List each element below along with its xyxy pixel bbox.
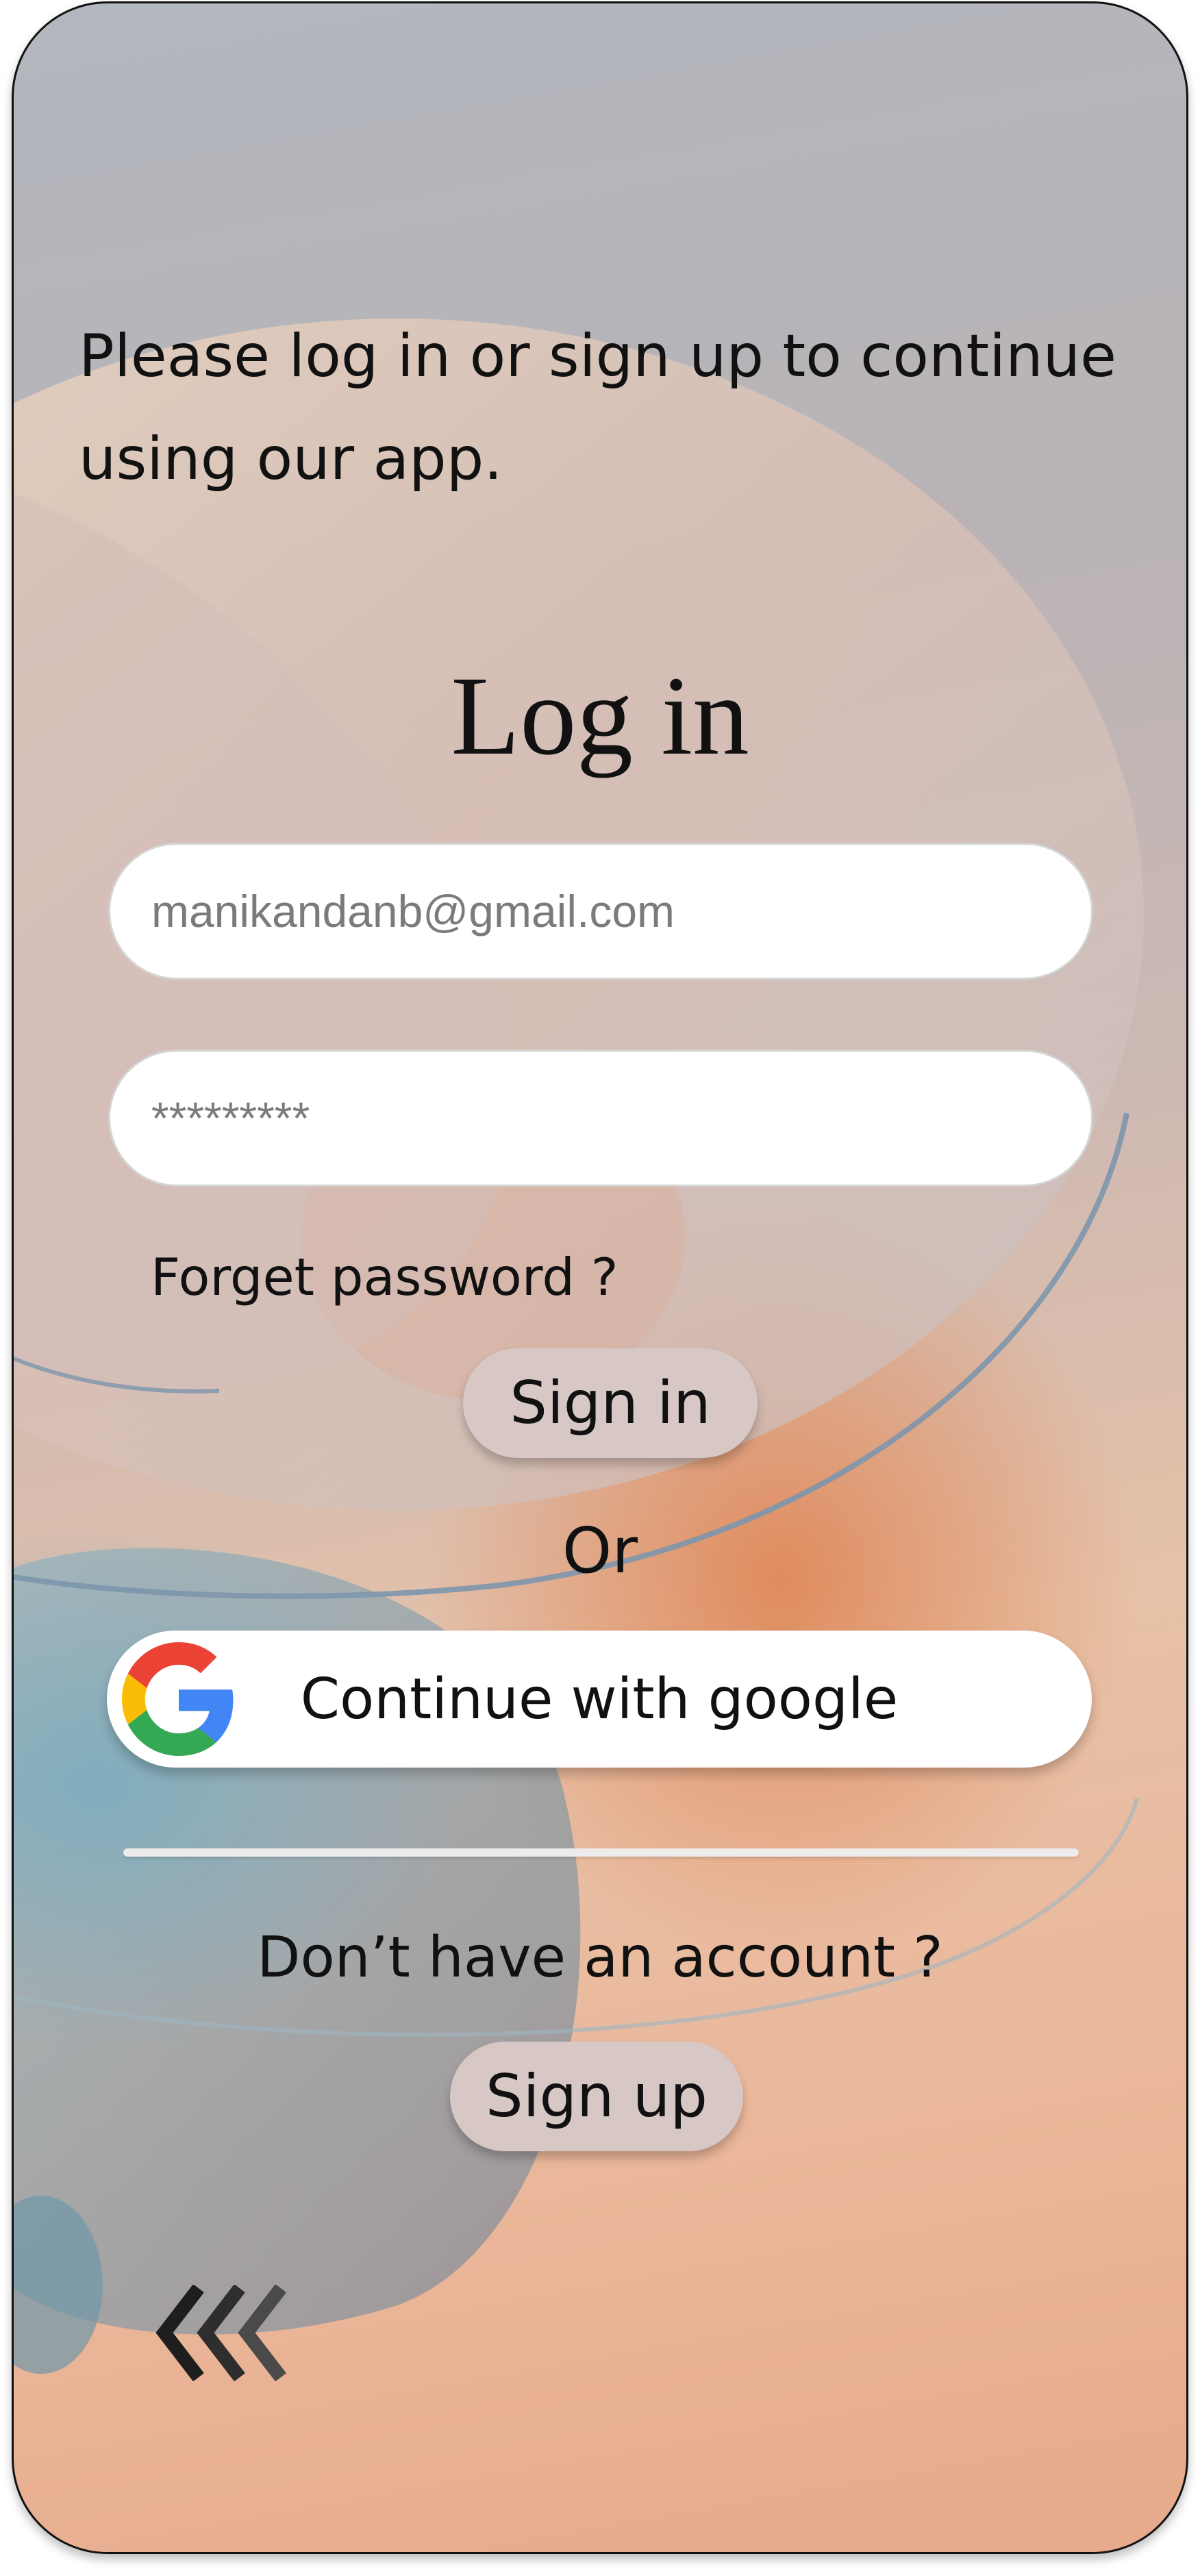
email-value: manikandanb@gmail.com bbox=[151, 886, 675, 937]
or-separator: Or bbox=[562, 1514, 638, 1587]
google-button-label: Continue with google bbox=[300, 1666, 899, 1732]
no-account-prompt: Don’t have an account ? bbox=[257, 1925, 943, 1990]
sign-up-button[interactable]: Sign up bbox=[450, 2042, 743, 2151]
password-field[interactable]: ********* bbox=[108, 1050, 1093, 1187]
page-title: Log in bbox=[451, 653, 749, 778]
phone-frame: Please log in or sign up to continue usi… bbox=[12, 1, 1188, 2554]
email-field[interactable]: manikandanb@gmail.com bbox=[108, 843, 1093, 980]
intro-line-1: Please log in or sign up to continue bbox=[79, 322, 1117, 391]
intro-line-2: using our app. bbox=[79, 425, 503, 493]
triple-chevron-left-icon[interactable] bbox=[154, 2285, 318, 2381]
continue-with-google-button[interactable]: Continue with google bbox=[107, 1631, 1092, 1768]
password-value: ********* bbox=[151, 1093, 310, 1143]
intro-text: Please log in or sign up to continue usi… bbox=[79, 305, 1147, 510]
divider bbox=[123, 1848, 1079, 1857]
sign-in-button[interactable]: Sign in bbox=[463, 1348, 758, 1458]
forget-password-link[interactable]: Forget password ? bbox=[151, 1247, 618, 1307]
